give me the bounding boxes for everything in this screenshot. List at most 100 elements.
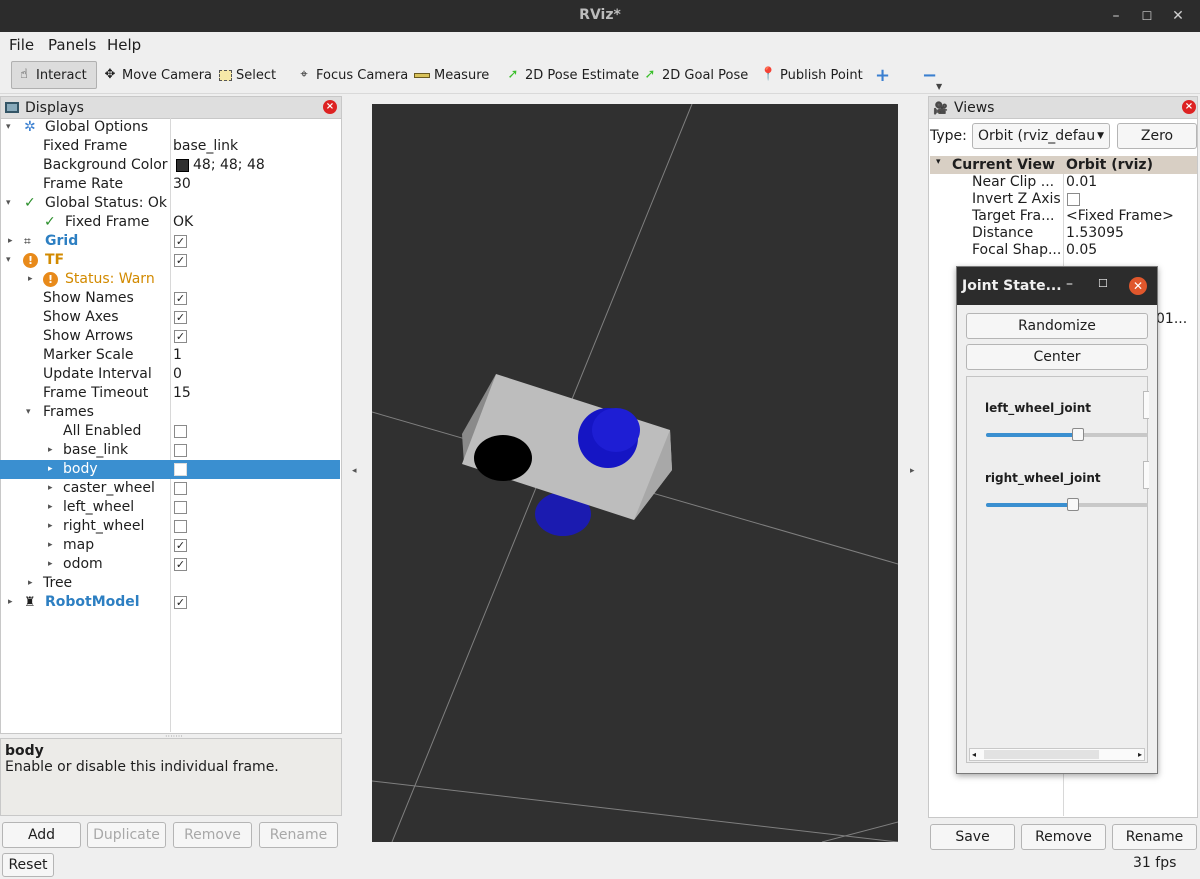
focus-camera-button[interactable]: ⌖ Focus Camera xyxy=(292,61,412,89)
tree-row-grid[interactable]: ▸ ⌗ Grid ✓ xyxy=(0,232,340,251)
tree-row-fixed-frame[interactable]: Fixed Frame base_link xyxy=(0,137,340,156)
tree-row-all-enabled[interactable]: All Enabled xyxy=(0,422,340,441)
tree-row-frames[interactable]: ▾ Frames xyxy=(0,403,340,422)
tree-row-frame-rate[interactable]: Frame Rate 30 xyxy=(0,175,340,194)
collapsed-arrow-icon[interactable]: ▸ xyxy=(48,498,53,517)
tree-row-frame-timeout[interactable]: Frame Timeout 15 xyxy=(0,384,340,403)
save-view-button[interactable]: Save xyxy=(930,824,1015,850)
invert-z-checkbox[interactable] xyxy=(1067,193,1080,206)
joint-state-titlebar[interactable]: Joint State... – ☐ ✕ xyxy=(957,267,1157,305)
tree-row-robot-model[interactable]: ▸ ♜ RobotModel ✓ xyxy=(0,593,340,612)
center-button[interactable]: Center xyxy=(966,344,1148,370)
row-value[interactable]: 48; 48; 48 xyxy=(193,156,265,175)
menu-help[interactable]: Help xyxy=(107,36,141,54)
expand-arrow-icon[interactable]: ▾ xyxy=(936,157,941,167)
show-names-checkbox[interactable]: ✓ xyxy=(174,292,187,305)
close-icon[interactable]: ✕ xyxy=(1129,277,1147,295)
view-row-distance[interactable]: Distance 1.53095 xyxy=(930,225,1198,242)
menu-file[interactable]: File xyxy=(9,36,34,54)
tree-row-tf[interactable]: ▾ ! TF ✓ xyxy=(0,251,340,270)
minimize-icon[interactable]: – xyxy=(1106,6,1126,26)
row-value[interactable]: base_link xyxy=(173,137,238,156)
view-row-focal-shape[interactable]: Focal Shap... 0.05 xyxy=(930,242,1198,259)
duplicate-button[interactable]: Duplicate xyxy=(87,822,166,848)
collapsed-arrow-icon[interactable]: ▸ xyxy=(8,232,13,251)
tf-checkbox[interactable]: ✓ xyxy=(174,254,187,267)
view-type-select[interactable]: Orbit (rviz_defau ▼ xyxy=(972,123,1110,149)
row-value[interactable]: 1 xyxy=(173,346,182,365)
tool-dropdown-icon[interactable]: ▼ xyxy=(936,82,942,91)
collapsed-arrow-icon[interactable]: ▸ xyxy=(48,555,53,574)
tree-row-frame-caster-wheel[interactable]: ▸ caster_wheel xyxy=(0,479,340,498)
current-view-header[interactable]: ▾ Current View Orbit (rviz) xyxy=(930,156,1197,174)
collapsed-arrow-icon[interactable]: ▸ xyxy=(28,270,33,289)
frame-checkbox[interactable] xyxy=(174,463,187,476)
frame-checkbox[interactable] xyxy=(174,520,187,533)
tree-row-show-names[interactable]: Show Names ✓ xyxy=(0,289,340,308)
zero-button[interactable]: Zero xyxy=(1117,123,1197,149)
collapse-right-icon[interactable]: ▸ xyxy=(910,466,915,476)
minimize-icon[interactable]: – xyxy=(1066,276,1073,292)
measure-button[interactable]: Measure xyxy=(410,61,493,89)
tree-row-frame-odom[interactable]: ▸ odom ✓ xyxy=(0,555,340,574)
randomize-button[interactable]: Randomize xyxy=(966,313,1148,339)
expand-arrow-icon[interactable]: ▾ xyxy=(6,118,11,137)
render-viewport[interactable] xyxy=(372,104,898,842)
scrollbar-thumb[interactable] xyxy=(984,750,1099,759)
row-value[interactable]: 15 xyxy=(173,384,191,403)
frame-checkbox[interactable] xyxy=(174,501,187,514)
remove-display-button[interactable]: Remove xyxy=(173,822,252,848)
rename-view-button[interactable]: Rename xyxy=(1112,824,1197,850)
show-arrows-checkbox[interactable]: ✓ xyxy=(174,330,187,343)
interact-button[interactable]: ☝ Interact xyxy=(11,61,97,89)
publish-point-button[interactable]: 📍 Publish Point xyxy=(756,61,867,89)
scroll-right-icon[interactable]: ▸ xyxy=(1138,749,1142,760)
frame-checkbox[interactable] xyxy=(174,482,187,495)
row-value[interactable]: 0 xyxy=(173,365,182,384)
grid-checkbox[interactable]: ✓ xyxy=(174,235,187,248)
collapse-left-icon[interactable]: ◂ xyxy=(352,466,357,476)
close-panel-icon[interactable]: × xyxy=(323,100,337,114)
scroll-left-icon[interactable]: ◂ xyxy=(972,749,976,760)
maximize-icon[interactable]: ☐ xyxy=(1137,6,1157,26)
maximize-icon[interactable]: ☐ xyxy=(1098,277,1108,290)
expand-arrow-icon[interactable]: ▾ xyxy=(6,251,11,270)
frame-checkbox[interactable]: ✓ xyxy=(174,558,187,571)
collapsed-arrow-icon[interactable]: ▸ xyxy=(48,441,53,460)
tree-row-frame-body[interactable]: ▸ body xyxy=(0,460,340,479)
row-value[interactable]: <Fixed Frame> xyxy=(1066,208,1174,225)
collapsed-arrow-icon[interactable]: ▸ xyxy=(48,517,53,536)
add-button[interactable]: Add xyxy=(2,822,81,848)
show-axes-checkbox[interactable]: ✓ xyxy=(174,311,187,324)
close-panel-icon[interactable]: × xyxy=(1182,100,1196,114)
tree-row-show-arrows[interactable]: Show Arrows ✓ xyxy=(0,327,340,346)
tree-row-global-options[interactable]: ▾ ✲ Global Options xyxy=(0,118,340,137)
goal-pose-button[interactable]: ➚ 2D Goal Pose xyxy=(638,61,752,89)
tree-row-frame-right-wheel[interactable]: ▸ right_wheel xyxy=(0,517,340,536)
all-enabled-checkbox[interactable] xyxy=(174,425,187,438)
horizontal-scrollbar[interactable]: ◂ ▸ xyxy=(969,748,1145,761)
row-value[interactable]: 0.01 xyxy=(1066,174,1097,191)
tree-row-background-color[interactable]: Background Color 48; 48; 48 xyxy=(0,156,340,175)
right-wheel-joint-slider[interactable] xyxy=(986,498,1148,511)
select-button[interactable]: Select xyxy=(215,61,280,89)
menu-panels[interactable]: Panels xyxy=(48,36,96,54)
view-row-near-clip[interactable]: Near Clip ... 0.01 xyxy=(930,174,1198,191)
collapsed-arrow-icon[interactable]: ▸ xyxy=(48,479,53,498)
collapsed-arrow-icon[interactable]: ▸ xyxy=(8,593,13,612)
joint-scroll-area[interactable]: left_wheel_joint right_wheel_joint ◂ ▸ xyxy=(966,376,1149,763)
slider-handle[interactable] xyxy=(1072,428,1084,441)
add-tool-icon[interactable]: + xyxy=(871,61,894,89)
tree-row-show-axes[interactable]: Show Axes ✓ xyxy=(0,308,340,327)
left-wheel-joint-slider[interactable] xyxy=(986,428,1148,441)
view-row-target-frame[interactable]: Target Fra... <Fixed Frame> xyxy=(930,208,1198,225)
tree-row-update-interval[interactable]: Update Interval 0 xyxy=(0,365,340,384)
tree-row-frame-base-link[interactable]: ▸ base_link xyxy=(0,441,340,460)
frame-checkbox[interactable]: ✓ xyxy=(174,539,187,552)
row-value[interactable]: 30 xyxy=(173,175,191,194)
collapsed-arrow-icon[interactable]: ▸ xyxy=(28,574,33,593)
view-row-invert-z[interactable]: Invert Z Axis xyxy=(930,191,1198,208)
pose-estimate-button[interactable]: ➚ 2D Pose Estimate xyxy=(501,61,643,89)
row-value[interactable]: 0.05 xyxy=(1066,242,1097,259)
frame-checkbox[interactable] xyxy=(174,444,187,457)
